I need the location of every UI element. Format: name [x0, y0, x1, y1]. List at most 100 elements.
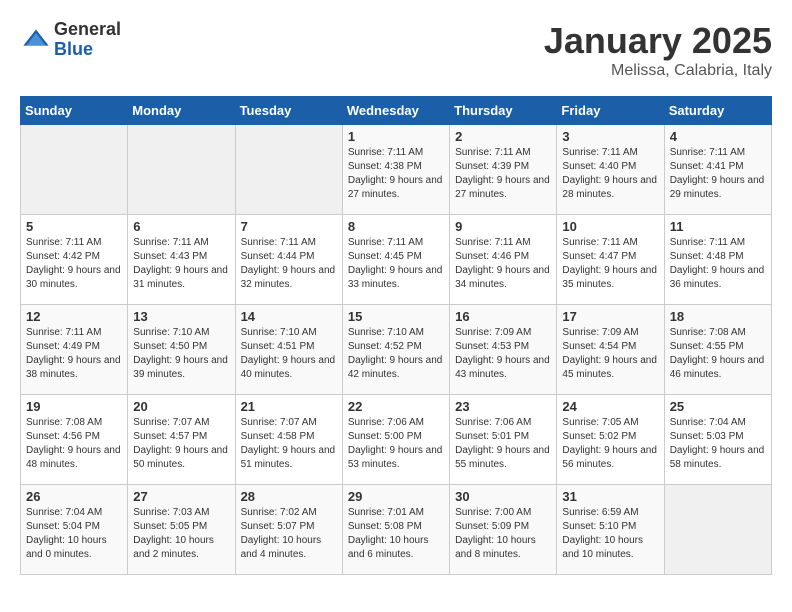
day-info: Sunrise: 7:01 AMSunset: 5:08 PMDaylight:… — [348, 506, 444, 562]
calendar-cell: 10 Sunrise: 7:11 AMSunset: 4:47 PMDayligh… — [557, 215, 664, 305]
day-number: 30 — [455, 489, 551, 504]
day-info: Sunrise: 7:11 AMSunset: 4:47 PMDaylight:… — [562, 236, 658, 292]
calendar-week-row: 1Sunrise: 7:11 AMSunset: 4:38 PMDaylight… — [21, 125, 772, 215]
day-number: 31 — [562, 489, 658, 504]
day-number: 6 — [133, 219, 229, 234]
day-info: Sunrise: 7:08 AMSunset: 4:55 PMDaylight:… — [670, 326, 766, 382]
day-number: 4 — [670, 129, 766, 144]
calendar-week-row: 26 Sunrise: 7:04 AMSunset: 5:04 PMDayligh… — [21, 485, 772, 575]
calendar-cell: 18 Sunrise: 7:08 AMSunset: 4:55 PMDayligh… — [664, 305, 771, 395]
day-info: Sunrise: 7:04 AMSunset: 5:03 PMDaylight:… — [670, 416, 766, 472]
calendar-title: January 2025 — [544, 20, 772, 62]
weekday-header: Sunday — [21, 97, 128, 125]
day-info: Sunrise: 6:59 AMSunset: 5:10 PMDaylight:… — [562, 506, 658, 562]
day-info: Sunrise: 7:03 AMSunset: 5:05 PMDaylight:… — [133, 506, 229, 562]
day-number: 20 — [133, 399, 229, 414]
calendar-cell: 27Sunrise: 7:03 AMSunset: 5:05 PMDayligh… — [128, 485, 235, 575]
day-number: 25 — [670, 399, 766, 414]
calendar-cell: 13Sunrise: 7:10 AMSunset: 4:50 PMDayligh… — [128, 305, 235, 395]
day-info: Sunrise: 7:11 AMSunset: 4:48 PMDaylight:… — [670, 236, 766, 292]
calendar-cell: 31 Sunrise: 6:59 AMSunset: 5:10 PMDayligh… — [557, 485, 664, 575]
day-number: 12 — [26, 309, 122, 324]
day-info: Sunrise: 7:07 AMSunset: 4:58 PMDaylight:… — [241, 416, 337, 472]
calendar-cell: 19 Sunrise: 7:08 AMSunset: 4:56 PMDayligh… — [21, 395, 128, 485]
calendar-cell: 22Sunrise: 7:06 AMSunset: 5:00 PMDayligh… — [342, 395, 449, 485]
day-number: 3 — [562, 129, 658, 144]
day-info: Sunrise: 7:06 AMSunset: 5:01 PMDaylight:… — [455, 416, 551, 472]
calendar-cell: 3 Sunrise: 7:11 AMSunset: 4:40 PMDaylight… — [557, 125, 664, 215]
calendar-cell: 29 Sunrise: 7:01 AMSunset: 5:08 PMDayligh… — [342, 485, 449, 575]
weekday-header: Friday — [557, 97, 664, 125]
day-info: Sunrise: 7:07 AMSunset: 4:57 PMDaylight:… — [133, 416, 229, 472]
day-info: Sunrise: 7:10 AMSunset: 4:51 PMDaylight:… — [241, 326, 337, 382]
day-info: Sunrise: 7:11 AMSunset: 4:40 PMDaylight:… — [562, 146, 658, 202]
day-info: Sunrise: 7:11 AMSunset: 4:49 PMDaylight:… — [26, 326, 122, 382]
calendar-cell — [664, 485, 771, 575]
day-number: 13 — [133, 309, 229, 324]
calendar-cell: 7 Sunrise: 7:11 AMSunset: 4:44 PMDaylight… — [235, 215, 342, 305]
day-number: 14 — [241, 309, 337, 324]
day-info: Sunrise: 7:06 AMSunset: 5:00 PMDaylight:… — [348, 416, 444, 472]
day-number: 19 — [26, 399, 122, 414]
calendar-week-row: 5 Sunrise: 7:11 AMSunset: 4:42 PMDaylight… — [21, 215, 772, 305]
weekday-header: Thursday — [450, 97, 557, 125]
calendar-cell: 30 Sunrise: 7:00 AMSunset: 5:09 PMDayligh… — [450, 485, 557, 575]
day-number: 17 — [562, 309, 658, 324]
weekday-header: Monday — [128, 97, 235, 125]
weekday-header: Tuesday — [235, 97, 342, 125]
day-number: 21 — [241, 399, 337, 414]
day-info: Sunrise: 7:02 AMSunset: 5:07 PMDaylight:… — [241, 506, 337, 562]
calendar-cell: 17 Sunrise: 7:09 AMSunset: 4:54 PMDayligh… — [557, 305, 664, 395]
day-info: Sunrise: 7:11 AMSunset: 4:42 PMDaylight:… — [26, 236, 122, 292]
day-info: Sunrise: 7:11 AMSunset: 4:45 PMDaylight:… — [348, 236, 444, 292]
day-number: 26 — [26, 489, 122, 504]
calendar-week-row: 12 Sunrise: 7:11 AMSunset: 4:49 PMDayligh… — [21, 305, 772, 395]
calendar-cell: 20 Sunrise: 7:07 AMSunset: 4:57 PMDayligh… — [128, 395, 235, 485]
calendar-cell: 9 Sunrise: 7:11 AMSunset: 4:46 PMDaylight… — [450, 215, 557, 305]
day-number: 23 — [455, 399, 551, 414]
day-number: 24 — [562, 399, 658, 414]
calendar-cell: 6 Sunrise: 7:11 AMSunset: 4:43 PMDaylight… — [128, 215, 235, 305]
day-number: 5 — [26, 219, 122, 234]
calendar-cell — [21, 125, 128, 215]
day-info: Sunrise: 7:11 AMSunset: 4:46 PMDaylight:… — [455, 236, 551, 292]
day-number: 18 — [670, 309, 766, 324]
calendar-cell: 2Sunrise: 7:11 AMSunset: 4:39 PMDaylight… — [450, 125, 557, 215]
logo-text: General Blue — [54, 20, 121, 60]
weekday-header: Saturday — [664, 97, 771, 125]
day-number: 10 — [562, 219, 658, 234]
day-number: 8 — [348, 219, 444, 234]
calendar-cell: 4 Sunrise: 7:11 AMSunset: 4:41 PMDaylight… — [664, 125, 771, 215]
calendar-cell: 14 Sunrise: 7:10 AMSunset: 4:51 PMDayligh… — [235, 305, 342, 395]
calendar-cell: 1Sunrise: 7:11 AMSunset: 4:38 PMDaylight… — [342, 125, 449, 215]
day-info: Sunrise: 7:11 AMSunset: 4:39 PMDaylight:… — [455, 146, 551, 202]
day-number: 9 — [455, 219, 551, 234]
calendar-cell: 8 Sunrise: 7:11 AMSunset: 4:45 PMDaylight… — [342, 215, 449, 305]
calendar-cell — [128, 125, 235, 215]
calendar-cell: 28Sunrise: 7:02 AMSunset: 5:07 PMDayligh… — [235, 485, 342, 575]
logo-blue: Blue — [54, 40, 121, 60]
day-info: Sunrise: 7:08 AMSunset: 4:56 PMDaylight:… — [26, 416, 122, 472]
calendar-cell: 25 Sunrise: 7:04 AMSunset: 5:03 PMDayligh… — [664, 395, 771, 485]
day-info: Sunrise: 7:11 AMSunset: 4:44 PMDaylight:… — [241, 236, 337, 292]
calendar-cell: 24 Sunrise: 7:05 AMSunset: 5:02 PMDayligh… — [557, 395, 664, 485]
day-number: 1 — [348, 129, 444, 144]
page-header: General Blue January 2025 Melissa, Calab… — [20, 20, 772, 80]
calendar-cell: 15Sunrise: 7:10 AMSunset: 4:52 PMDayligh… — [342, 305, 449, 395]
calendar-cell — [235, 125, 342, 215]
day-number: 7 — [241, 219, 337, 234]
calendar-week-row: 19 Sunrise: 7:08 AMSunset: 4:56 PMDayligh… — [21, 395, 772, 485]
calendar-cell: 26 Sunrise: 7:04 AMSunset: 5:04 PMDayligh… — [21, 485, 128, 575]
day-info: Sunrise: 7:09 AMSunset: 4:54 PMDaylight:… — [562, 326, 658, 382]
logo-general: General — [54, 20, 121, 40]
day-info: Sunrise: 7:05 AMSunset: 5:02 PMDaylight:… — [562, 416, 658, 472]
day-info: Sunrise: 7:04 AMSunset: 5:04 PMDaylight:… — [26, 506, 122, 562]
calendar-cell: 11 Sunrise: 7:11 AMSunset: 4:48 PMDayligh… — [664, 215, 771, 305]
day-number: 11 — [670, 219, 766, 234]
day-info: Sunrise: 7:11 AMSunset: 4:43 PMDaylight:… — [133, 236, 229, 292]
day-number: 29 — [348, 489, 444, 504]
day-info: Sunrise: 7:11 AMSunset: 4:41 PMDaylight:… — [670, 146, 766, 202]
day-info: Sunrise: 7:00 AMSunset: 5:09 PMDaylight:… — [455, 506, 551, 562]
day-number: 15 — [348, 309, 444, 324]
calendar-cell: 21 Sunrise: 7:07 AMSunset: 4:58 PMDayligh… — [235, 395, 342, 485]
